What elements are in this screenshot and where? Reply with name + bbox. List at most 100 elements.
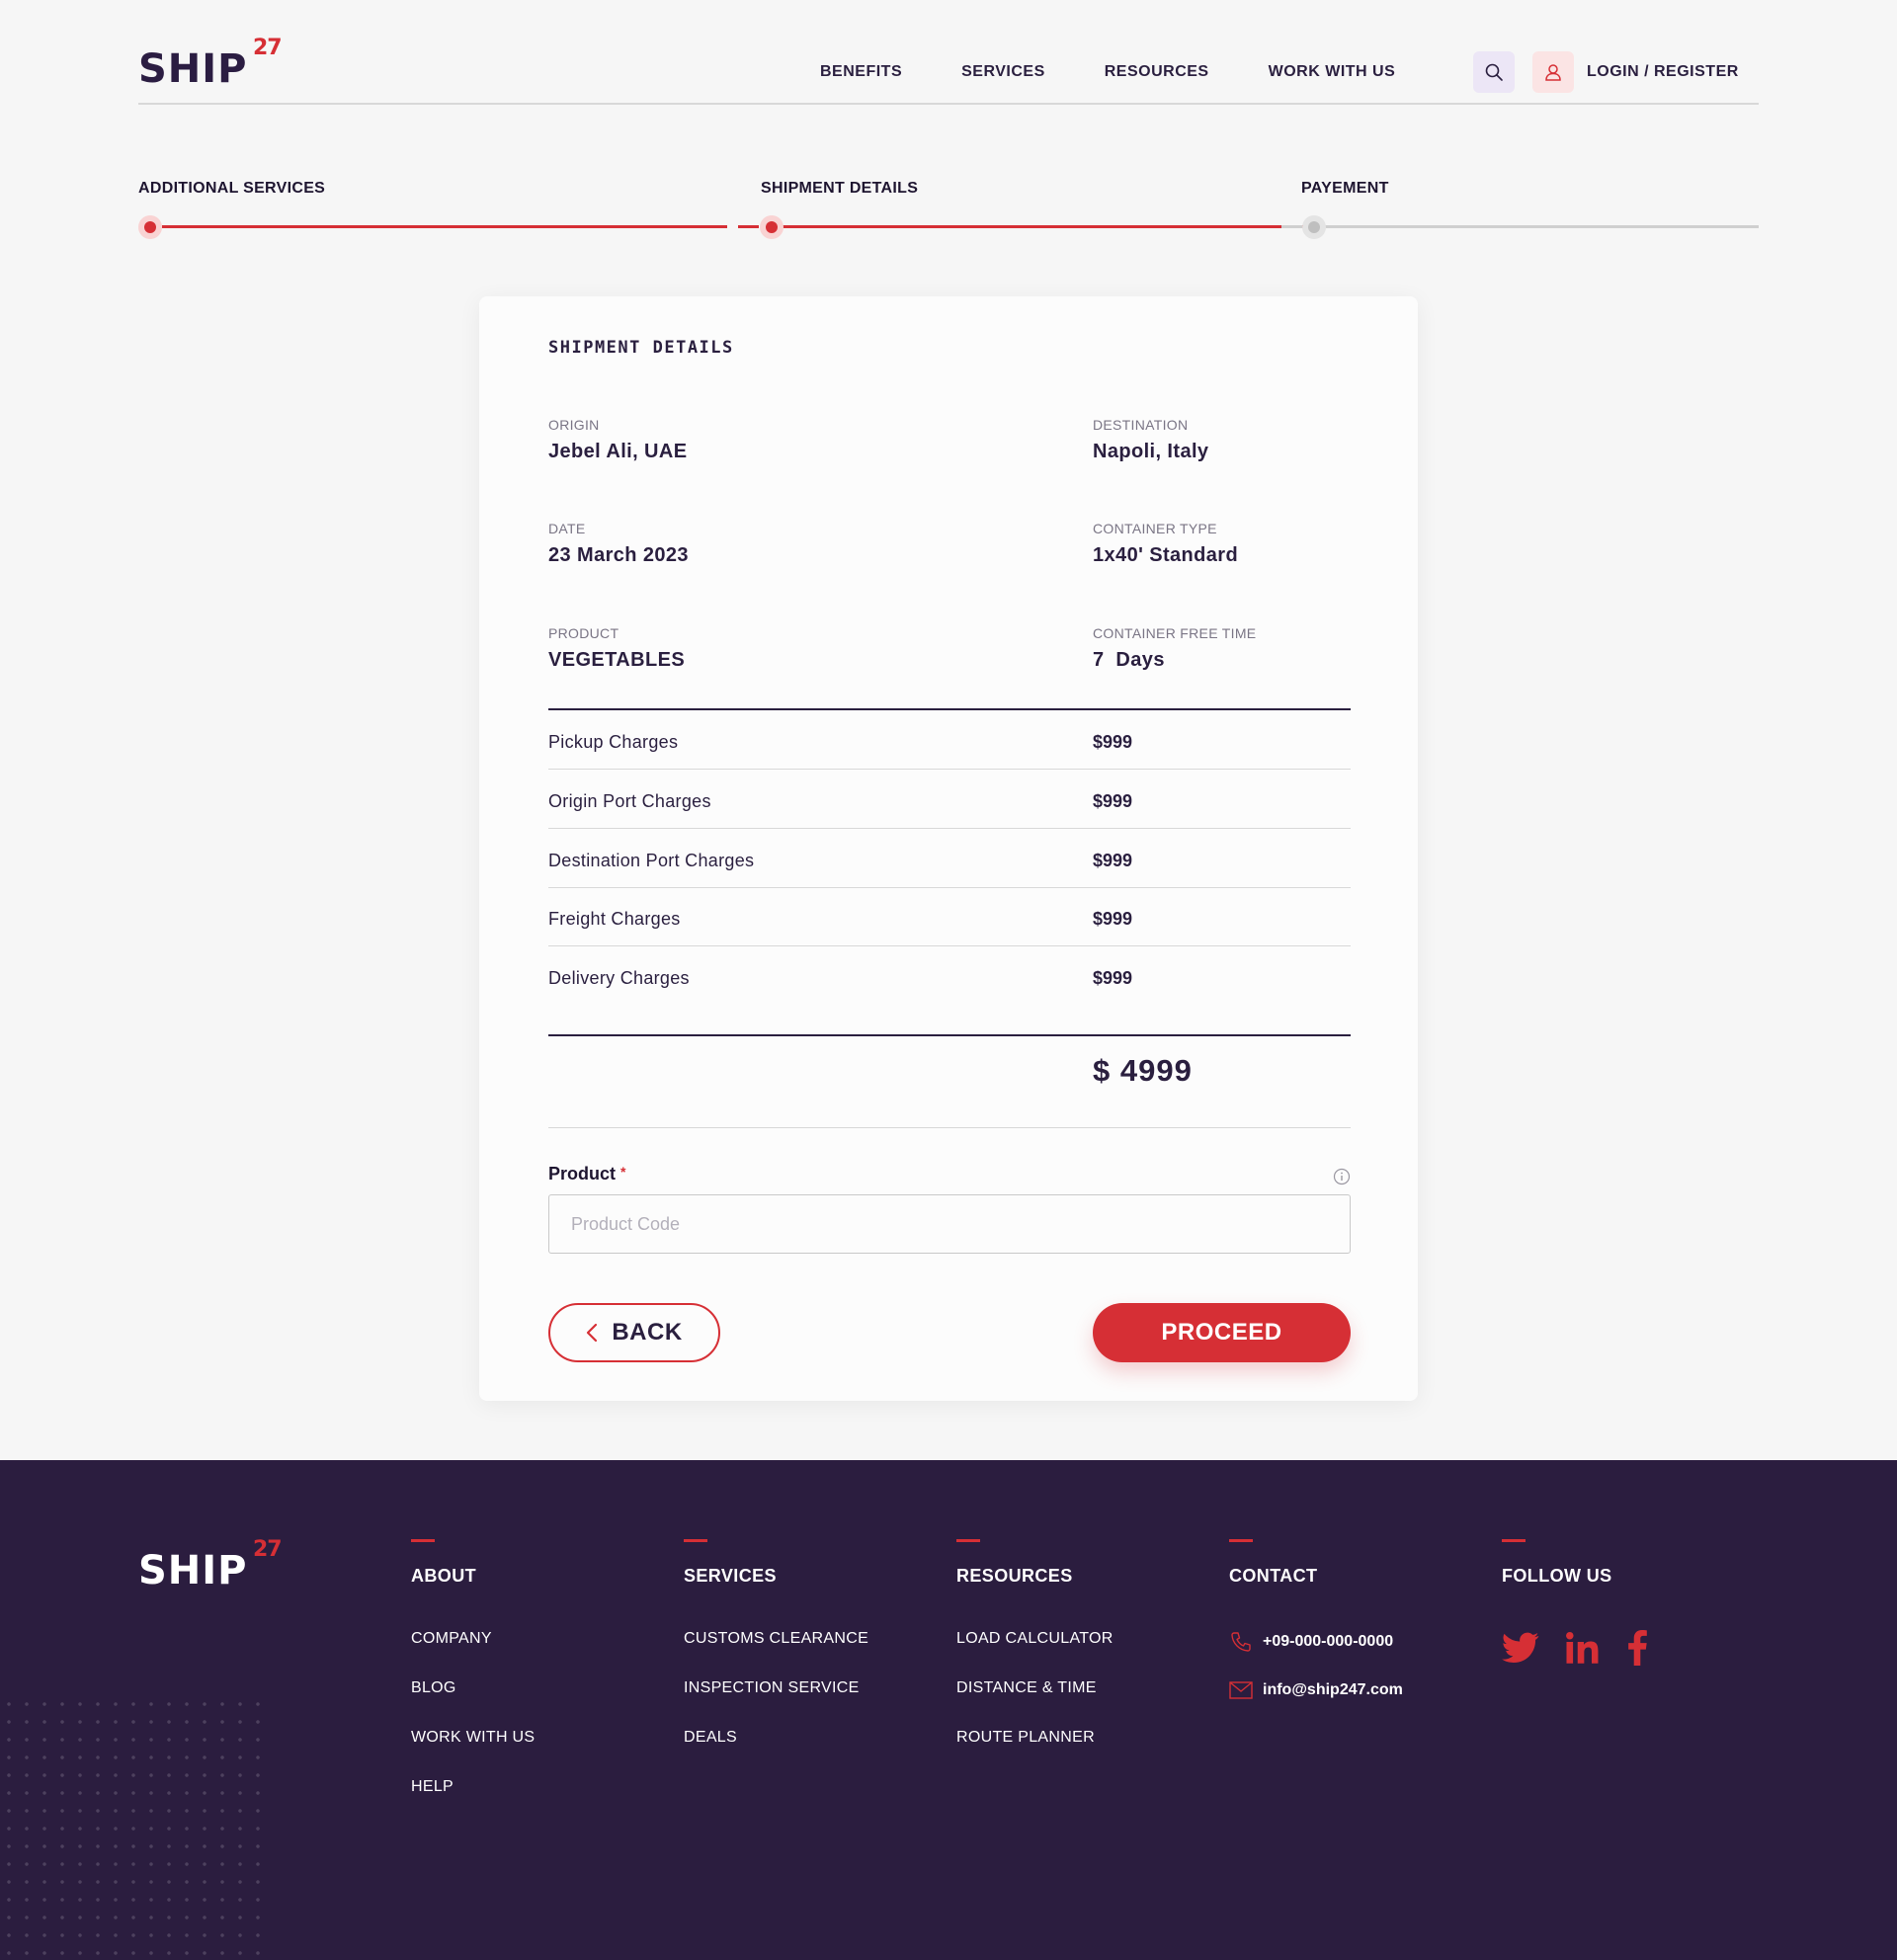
footer-link-work-with-us[interactable]: WORK WITH US bbox=[411, 1729, 535, 1747]
logo-text: SHIP bbox=[138, 46, 248, 92]
step-3-progress-line bbox=[1314, 225, 1759, 228]
back-button[interactable]: BACK bbox=[548, 1303, 720, 1362]
footer-link-blog[interactable]: BLOG bbox=[411, 1679, 535, 1697]
charge-name: Delivery Charges bbox=[548, 968, 690, 988]
column-accent-bar bbox=[411, 1539, 435, 1542]
footer-logo-text: SHIP bbox=[138, 1548, 248, 1593]
container-type-label: CONTAINER TYPE bbox=[1093, 521, 1217, 536]
charge-row: Origin Port Charges $999 bbox=[548, 770, 1351, 829]
date-field: DATE 23 March 2023 bbox=[548, 521, 904, 567]
back-button-label: BACK bbox=[612, 1319, 683, 1346]
column-accent-bar bbox=[684, 1539, 707, 1542]
origin-value: Jebel Ali, UAE bbox=[548, 441, 688, 462]
step-payement[interactable]: PAYEMENT bbox=[1301, 180, 1389, 198]
footer-logo-superscript: 27 bbox=[253, 1537, 283, 1562]
contact-phone[interactable]: +09-000-000-0000 bbox=[1229, 1630, 1403, 1654]
step-2-dot bbox=[760, 215, 784, 239]
twitter-icon[interactable] bbox=[1502, 1632, 1539, 1664]
nav-work-with-us[interactable]: WORK WITH US bbox=[1269, 63, 1396, 81]
nav-resources[interactable]: RESOURCES bbox=[1105, 63, 1209, 81]
footer-contact-column: CONTACT +09-000-000-0000 info@ship247.co… bbox=[1229, 1539, 1403, 1727]
proceed-button[interactable]: PROCEED bbox=[1093, 1303, 1351, 1362]
column-accent-bar bbox=[1229, 1539, 1253, 1542]
proceed-button-label: PROCEED bbox=[1161, 1319, 1282, 1346]
phone-icon bbox=[1231, 1632, 1251, 1652]
footer-link-help[interactable]: HELP bbox=[411, 1778, 535, 1796]
login-register-link[interactable]: LOGIN / REGISTER bbox=[1587, 63, 1739, 81]
footer-link-customs-clearance[interactable]: CUSTOMS CLEARANCE bbox=[684, 1630, 868, 1648]
product-input-label-text: Product bbox=[548, 1164, 617, 1184]
footer-column-title: CONTACT bbox=[1229, 1566, 1318, 1586]
info-icon[interactable] bbox=[1333, 1168, 1351, 1185]
user-button[interactable] bbox=[1532, 51, 1574, 93]
charge-amount: $999 bbox=[1093, 791, 1133, 811]
product-value: VEGETABLES bbox=[548, 649, 686, 671]
footer-link-inspection-service[interactable]: INSPECTION SERVICE bbox=[684, 1679, 868, 1697]
charge-amount: $999 bbox=[1093, 968, 1133, 988]
contact-email[interactable]: info@ship247.com bbox=[1229, 1681, 1403, 1699]
footer-about-column: ABOUT COMPANY BLOG WORK WITH US HELP bbox=[411, 1539, 535, 1828]
step-additional-services[interactable]: ADDITIONAL SERVICES bbox=[138, 180, 325, 198]
site-footer: SHIP 27 ABOUT COMPANY BLOG WORK WITH US … bbox=[0, 1460, 1897, 1960]
logo-superscript: 27 bbox=[253, 36, 283, 60]
step-2-progress-line bbox=[773, 225, 1311, 228]
footer-column-title: RESOURCES bbox=[956, 1566, 1073, 1586]
footer-logo[interactable]: SHIP 27 bbox=[138, 1539, 287, 1594]
charge-row: Delivery Charges $999 bbox=[548, 946, 1351, 1006]
product-label-heading: PRODUCT bbox=[548, 625, 619, 641]
date-label: DATE bbox=[548, 521, 586, 536]
search-button[interactable] bbox=[1473, 51, 1515, 93]
charge-name: Destination Port Charges bbox=[548, 851, 755, 870]
column-accent-bar bbox=[1502, 1539, 1526, 1542]
product-code-input[interactable] bbox=[548, 1194, 1351, 1254]
free-time-field: CONTAINER FREE TIME 7 Days bbox=[1093, 625, 1448, 672]
container-type-value: 1x40' Standard bbox=[1093, 544, 1239, 566]
search-icon bbox=[1485, 63, 1503, 81]
step-shipment-details[interactable]: SHIPMENT DETAILS bbox=[761, 180, 918, 198]
shipment-details-card: SHIPMENT DETAILS ORIGIN Jebel Ali, UAE D… bbox=[479, 296, 1418, 1401]
charge-row: Pickup Charges $999 bbox=[548, 710, 1351, 770]
mail-icon bbox=[1229, 1681, 1253, 1699]
product-field: PRODUCT VEGETABLES bbox=[548, 625, 904, 672]
logo[interactable]: SHIP 27 bbox=[138, 38, 287, 93]
charge-amount: $999 bbox=[1093, 909, 1133, 929]
nav-services[interactable]: SERVICES bbox=[961, 63, 1045, 81]
linkedin-icon[interactable] bbox=[1565, 1631, 1601, 1665]
destination-value: Napoli, Italy bbox=[1093, 441, 1209, 462]
charge-name: Freight Charges bbox=[548, 909, 681, 929]
footer-resources-column: RESOURCES LOAD CALCULATOR DISTANCE & TIM… bbox=[956, 1539, 1113, 1778]
footer-link-company[interactable]: COMPANY bbox=[411, 1630, 535, 1648]
footer-link-route-planner[interactable]: ROUTE PLANNER bbox=[956, 1729, 1113, 1747]
main-nav: BENEFITS SERVICES RESOURCES WORK WITH US bbox=[820, 63, 1454, 81]
footer-link-distance-time[interactable]: DISTANCE & TIME bbox=[956, 1679, 1113, 1697]
decorative-dot-grid bbox=[0, 1695, 269, 1960]
footer-column-title: ABOUT bbox=[411, 1566, 476, 1586]
charge-amount: $999 bbox=[1093, 732, 1133, 752]
contact-phone-text: +09-000-000-0000 bbox=[1263, 1633, 1394, 1650]
footer-link-deals[interactable]: DEALS bbox=[684, 1729, 868, 1747]
step-1-dot bbox=[138, 215, 162, 239]
footer-link-load-calculator[interactable]: LOAD CALCULATOR bbox=[956, 1630, 1113, 1648]
user-icon bbox=[1545, 64, 1561, 81]
origin-label: ORIGIN bbox=[548, 417, 600, 433]
nav-benefits[interactable]: BENEFITS bbox=[820, 63, 902, 81]
contact-email-text: info@ship247.com bbox=[1263, 1681, 1403, 1698]
date-value: 23 March 2023 bbox=[548, 544, 689, 566]
step-1-progress-line bbox=[162, 225, 727, 228]
origin-field: ORIGIN Jebel Ali, UAE bbox=[548, 417, 904, 463]
free-time-label: CONTAINER FREE TIME bbox=[1093, 625, 1257, 641]
footer-services-column: SERVICES CUSTOMS CLEARANCE INSPECTION SE… bbox=[684, 1539, 868, 1778]
total-divider bbox=[548, 1127, 1351, 1128]
charge-name: Pickup Charges bbox=[548, 732, 679, 752]
total-amount: $ 4999 bbox=[1093, 1053, 1193, 1088]
site-header: SHIP 27 BENEFITS SERVICES RESOURCES WORK… bbox=[138, 0, 1759, 105]
free-time-value: 7 Days bbox=[1093, 649, 1165, 671]
step-3-dot bbox=[1302, 215, 1326, 239]
footer-column-title: FOLLOW US bbox=[1502, 1566, 1612, 1586]
destination-label: DESTINATION bbox=[1093, 417, 1189, 433]
destination-field: DESTINATION Napoli, Italy bbox=[1093, 417, 1448, 463]
facebook-icon[interactable] bbox=[1626, 1630, 1648, 1666]
charge-amount: $999 bbox=[1093, 851, 1133, 870]
product-input-label: Product * bbox=[548, 1164, 625, 1184]
chevron-left-icon bbox=[587, 1323, 598, 1343]
